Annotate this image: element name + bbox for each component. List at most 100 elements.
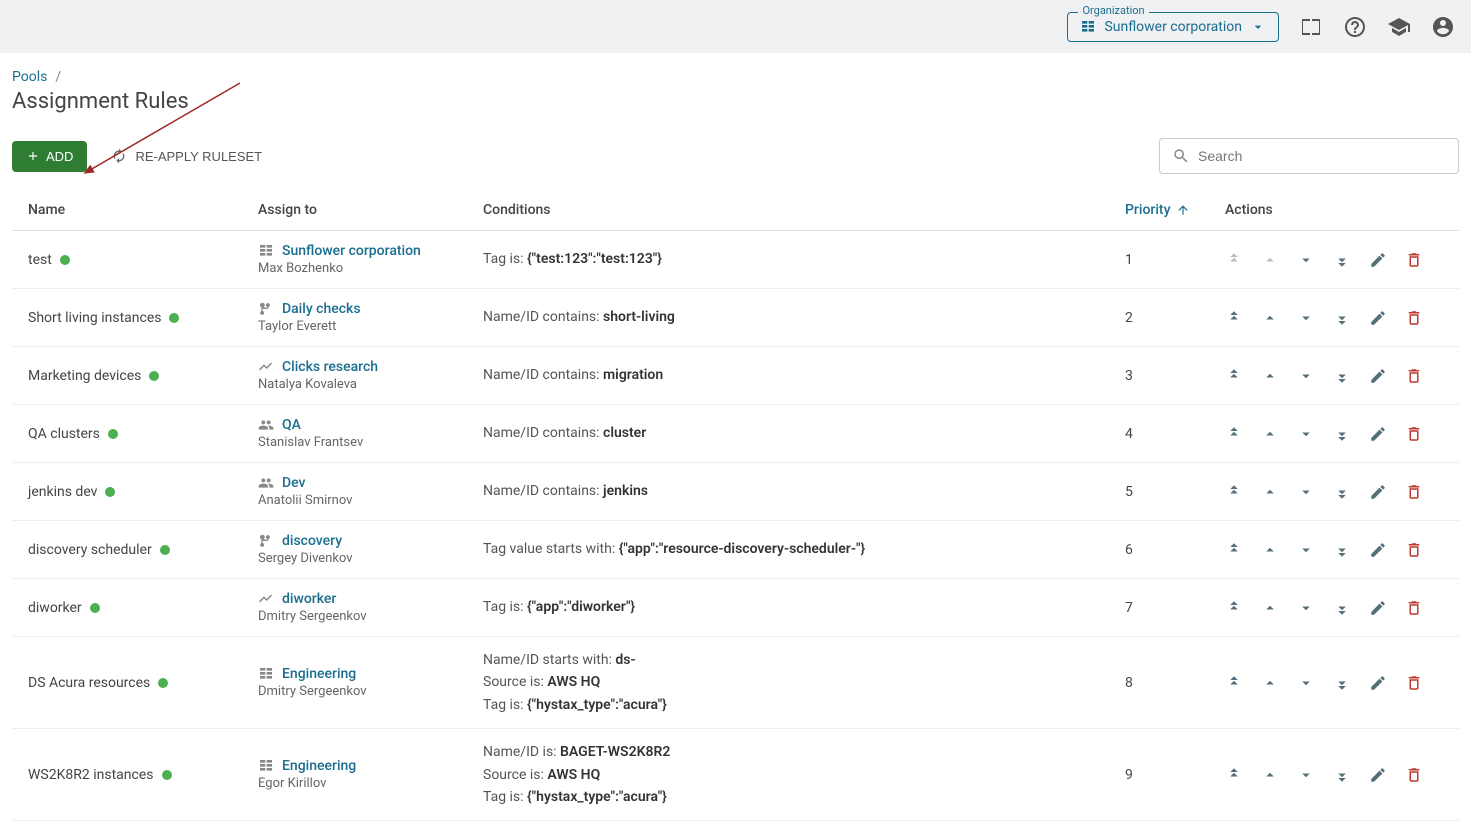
reapply-button[interactable]: RE-APPLY RULESET [101,140,272,172]
edit-icon[interactable] [1369,766,1387,784]
move-up-icon[interactable] [1261,541,1279,559]
col-priority[interactable]: Priority [1109,190,1209,231]
move-top-icon[interactable] [1225,367,1243,385]
delete-icon[interactable] [1405,425,1423,443]
assign-pool-link[interactable]: Engineering [258,666,451,682]
move-down-icon[interactable] [1297,483,1315,501]
move-bottom-icon[interactable] [1333,425,1351,443]
status-dot-icon [162,770,172,780]
move-top-icon[interactable] [1225,766,1243,784]
table-row: DS Acura resources Engineering Dmitry Se… [12,637,1459,729]
delete-icon[interactable] [1405,309,1423,327]
move-bottom-icon[interactable] [1333,367,1351,385]
assign-pool-link[interactable]: diworker [258,591,451,607]
delete-icon[interactable] [1405,541,1423,559]
move-down-icon[interactable] [1297,674,1315,692]
org-selector[interactable]: Organization Sunflower corporation [1067,12,1279,42]
assign-pool-link[interactable]: Sunflower corporation [258,243,451,259]
breadcrumb-pools-link[interactable]: Pools [12,69,47,85]
move-bottom-icon[interactable] [1333,309,1351,327]
priority-value: 9 [1109,729,1209,821]
priority-value: 5 [1109,463,1209,521]
delete-icon[interactable] [1405,367,1423,385]
move-bottom-icon[interactable] [1333,251,1351,269]
move-up-icon[interactable] [1261,309,1279,327]
move-down-icon[interactable] [1297,425,1315,443]
move-bottom-icon[interactable] [1333,674,1351,692]
table-row: WS2K8R2 instances Engineering Egor Kiril… [12,729,1459,821]
move-down-icon[interactable] [1297,599,1315,617]
assign-pool-name: diworker [282,591,336,607]
condition-line: Source is: AWS HQ [483,764,1093,786]
move-top-icon[interactable] [1225,599,1243,617]
move-down-icon[interactable] [1297,251,1315,269]
actions-cell [1225,766,1443,784]
edit-icon[interactable] [1369,309,1387,327]
toolbar: ADD RE-APPLY RULESET [12,138,1459,174]
move-bottom-icon[interactable] [1333,599,1351,617]
move-down-icon[interactable] [1297,367,1315,385]
move-up-icon[interactable] [1261,425,1279,443]
move-up-icon[interactable] [1261,367,1279,385]
actions-cell [1225,425,1443,443]
search-icon [1172,147,1190,165]
condition-line: Name/ID contains: short-living [483,306,1093,328]
education-icon[interactable] [1387,15,1411,39]
docs-icon[interactable] [1299,15,1323,39]
move-top-icon[interactable] [1225,309,1243,327]
condition-value: {"test:123":"test:123"} [527,251,662,267]
rule-name: discovery scheduler [28,542,152,558]
edit-icon[interactable] [1369,367,1387,385]
move-top-icon[interactable] [1225,483,1243,501]
chart-icon [258,359,274,375]
rule-name: DS Acura resources [28,675,150,691]
search-box[interactable] [1159,138,1459,174]
assign-pool-link[interactable]: Clicks research [258,359,451,375]
condition-line: Tag is: {"hystax_type":"acura"} [483,786,1093,808]
delete-icon[interactable] [1405,251,1423,269]
condition-value: AWS HQ [547,674,600,690]
edit-icon[interactable] [1369,541,1387,559]
move-bottom-icon[interactable] [1333,483,1351,501]
edit-icon[interactable] [1369,425,1387,443]
assign-pool-link[interactable]: QA [258,417,451,433]
edit-icon[interactable] [1369,674,1387,692]
rule-name-cell: DS Acura resources [28,675,226,691]
status-dot-icon [160,545,170,555]
move-top-icon[interactable] [1225,674,1243,692]
org-icon [258,758,274,774]
delete-icon[interactable] [1405,674,1423,692]
table-row: test Sunflower corporation Max BozhenkoT… [12,231,1459,289]
delete-icon[interactable] [1405,483,1423,501]
status-dot-icon [169,313,179,323]
delete-icon[interactable] [1405,599,1423,617]
assign-person: Max Bozhenko [258,261,451,276]
assign-pool-link[interactable]: Dev [258,475,451,491]
assign-pool-name: Engineering [282,758,356,774]
move-up-icon[interactable] [1261,766,1279,784]
edit-icon[interactable] [1369,599,1387,617]
condition-value: cluster [603,425,646,441]
move-down-icon[interactable] [1297,766,1315,784]
move-down-icon[interactable] [1297,309,1315,327]
delete-icon[interactable] [1405,766,1423,784]
move-up-icon[interactable] [1261,599,1279,617]
search-input[interactable] [1198,148,1446,164]
add-button[interactable]: ADD [12,141,87,172]
move-top-icon[interactable] [1225,425,1243,443]
priority-value: 1 [1109,231,1209,289]
move-up-icon[interactable] [1261,674,1279,692]
priority-value: 3 [1109,347,1209,405]
edit-icon[interactable] [1369,251,1387,269]
move-up-icon[interactable] [1261,483,1279,501]
account-icon[interactable] [1431,15,1455,39]
help-icon[interactable] [1343,15,1367,39]
edit-icon[interactable] [1369,483,1387,501]
move-bottom-icon[interactable] [1333,541,1351,559]
assign-pool-link[interactable]: Engineering [258,758,451,774]
assign-pool-link[interactable]: discovery [258,533,451,549]
assign-pool-link[interactable]: Daily checks [258,301,451,317]
move-down-icon[interactable] [1297,541,1315,559]
move-bottom-icon[interactable] [1333,766,1351,784]
move-top-icon[interactable] [1225,541,1243,559]
